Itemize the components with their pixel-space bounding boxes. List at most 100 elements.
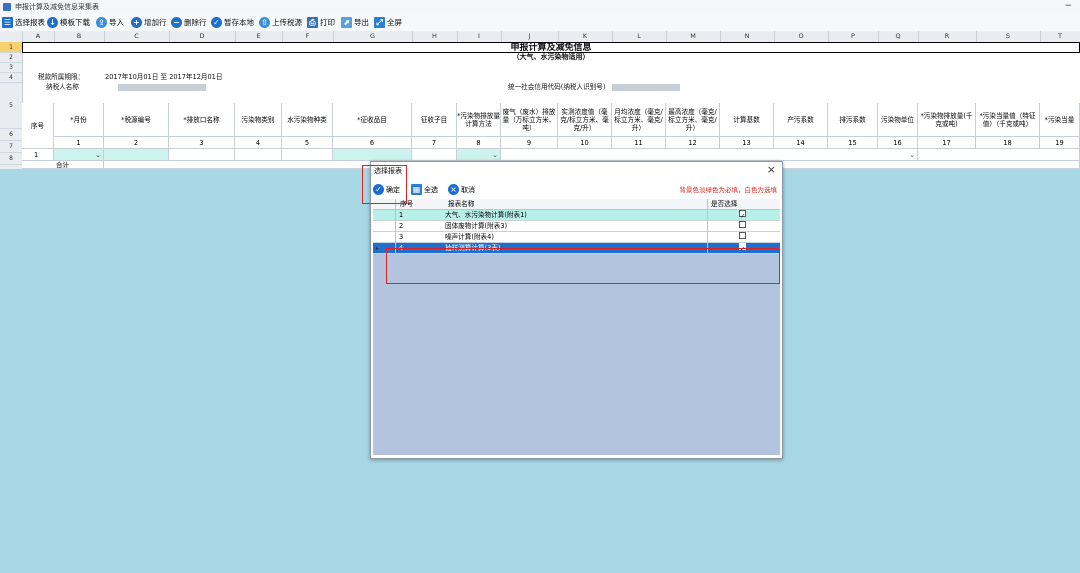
list-icon: ☰ bbox=[2, 17, 13, 28]
minimize-button[interactable]: − bbox=[1064, 1, 1072, 11]
credit-code-redacted[interactable] bbox=[612, 84, 680, 91]
grid-divider bbox=[707, 199, 708, 254]
close-icon[interactable]: × bbox=[767, 163, 776, 176]
toolbar: ☰ 选择报表 ↓ 模板下载 ⇪ 导入 + 增加行 − 删除行 ✓ 暂存本地 ⇧ 上传税源 ⎙ 打… bbox=[0, 14, 1080, 32]
report-row[interactable]: 3 噪声计算(附表4) bbox=[373, 232, 780, 243]
number-cell: 19 bbox=[1040, 137, 1080, 149]
column-letter[interactable]: P bbox=[828, 31, 879, 42]
cancel-button[interactable]: × 取消 bbox=[448, 183, 475, 196]
download-icon: ↓ bbox=[47, 17, 58, 28]
fullscreen-button[interactable]: ⤢ 全屏 bbox=[374, 16, 402, 29]
column-letter[interactable]: N bbox=[720, 31, 775, 42]
number-cell: 4 bbox=[235, 137, 282, 149]
total-label: 合计 bbox=[22, 161, 104, 169]
column-letter[interactable]: D bbox=[169, 31, 236, 42]
add-row-button[interactable]: + 增加行 bbox=[131, 16, 167, 29]
template-download-button[interactable]: ↓ 模板下载 bbox=[47, 16, 90, 29]
data-cells[interactable] bbox=[918, 149, 1080, 161]
column-letter[interactable]: H bbox=[412, 31, 458, 42]
col-select-header[interactable]: 是否选择 bbox=[711, 199, 737, 209]
outlet-name-input[interactable] bbox=[169, 149, 235, 161]
export-button[interactable]: ⬈ 导出 bbox=[341, 16, 369, 29]
pollutant-category-input[interactable] bbox=[235, 149, 282, 161]
report-row[interactable]: 1 大气、水污染物计算(附表1) ✓ bbox=[373, 210, 780, 221]
header-cell: 实测浓度值（毫克/标立方米、毫克/升） bbox=[558, 103, 612, 137]
row-checkbox[interactable] bbox=[739, 221, 746, 228]
window-titlebar: 申报计算及减免信息采集表 − bbox=[0, 0, 1080, 15]
col-name-header[interactable]: 报表名称 bbox=[448, 199, 474, 209]
delete-row-button[interactable]: − 删除行 bbox=[171, 16, 207, 29]
row-number[interactable]: 2 bbox=[0, 53, 22, 63]
column-letter[interactable]: F bbox=[282, 31, 334, 42]
column-letter[interactable]: K bbox=[558, 31, 613, 42]
number-cell: 13 bbox=[720, 137, 774, 149]
row-name: 大气、水污染物计算(附表1) bbox=[445, 211, 527, 219]
print-button[interactable]: ⎙ 打印 bbox=[307, 16, 335, 29]
row-pointer-icon: ▸ bbox=[376, 245, 380, 252]
select-report-button[interactable]: ☰ 选择报表 bbox=[2, 16, 45, 29]
levy-subitem-input[interactable] bbox=[412, 149, 457, 161]
row-name: 噪声计算(附表4) bbox=[445, 233, 494, 241]
app-icon bbox=[3, 3, 11, 11]
column-letter[interactable]: T bbox=[1040, 31, 1080, 42]
column-letter[interactable]: A bbox=[22, 31, 55, 42]
column-letter[interactable]: B bbox=[54, 31, 105, 42]
row-checkbox[interactable]: ✓ bbox=[739, 210, 746, 220]
report-row[interactable]: 2 固体废物计算(附表3) bbox=[373, 221, 780, 232]
column-letter[interactable]: O bbox=[774, 31, 829, 42]
column-letter[interactable]: M bbox=[666, 31, 721, 42]
row-number[interactable]: 7 bbox=[0, 141, 22, 153]
required-hint: 背景色淡绿色为必填，白色为选填 bbox=[679, 186, 778, 194]
select-all-button[interactable]: ▦ 全选 bbox=[411, 183, 438, 196]
number-cell: 9 bbox=[501, 137, 558, 149]
number-cell: 2 bbox=[104, 137, 169, 149]
number-cell: 6 bbox=[333, 137, 412, 149]
upload-button[interactable]: ⇧ 上传税源 bbox=[259, 16, 302, 29]
taxpayer-name-redacted[interactable] bbox=[118, 84, 206, 91]
row-number[interactable]: 3 bbox=[0, 63, 22, 73]
row-number[interactable]: 6 bbox=[0, 129, 22, 141]
check-icon: ✓ bbox=[211, 17, 222, 28]
row-number[interactable]: 4 bbox=[0, 73, 22, 83]
corner-cell bbox=[0, 31, 23, 42]
column-letter[interactable]: E bbox=[235, 31, 283, 42]
header-cell: *月份 bbox=[54, 103, 104, 137]
levy-item-input[interactable] bbox=[333, 149, 412, 161]
column-letter[interactable]: I bbox=[457, 31, 502, 42]
column-letter[interactable]: S bbox=[976, 31, 1041, 42]
save-local-button[interactable]: ✓ 暂存本地 bbox=[211, 16, 254, 29]
row-index: 3 bbox=[399, 233, 404, 241]
column-letter[interactable]: Q bbox=[878, 31, 919, 42]
row-index-cell[interactable]: 1 bbox=[22, 149, 54, 161]
header-cell: *污染当量值（特征值）（千克或吨） bbox=[976, 103, 1040, 137]
unit-select[interactable]: ⌄ bbox=[878, 149, 918, 161]
row-number[interactable]: 1 bbox=[0, 42, 22, 53]
column-letter[interactable]: R bbox=[918, 31, 977, 42]
data-cells[interactable] bbox=[501, 149, 880, 161]
sheet-subtitle: （大气、水污染物适用） bbox=[512, 53, 590, 61]
column-letter[interactable]: J bbox=[501, 31, 559, 42]
report-grid: 序号 报表名称 是否选择 1 大气、水污染物计算(附表1) ✓ 2 固体废物计算… bbox=[373, 199, 780, 455]
import-button[interactable]: ⇪ 导入 bbox=[96, 16, 124, 29]
calc-method-select[interactable]: ⌄ bbox=[457, 149, 501, 161]
header-cell: *税源编号 bbox=[104, 103, 169, 137]
annotation-box-row4 bbox=[386, 248, 780, 284]
tax-source-input[interactable] bbox=[104, 149, 169, 161]
header-cell: 水污染物种类 bbox=[282, 103, 333, 137]
period-value[interactable]: 2017年10月01日 至 2017年12月01日 bbox=[105, 73, 222, 81]
month-select[interactable]: ⌄ bbox=[54, 149, 104, 161]
row-number[interactable]: 8 bbox=[0, 153, 22, 165]
header-cell: *污染物排放量计算方法 bbox=[457, 103, 501, 137]
number-cell: 1 bbox=[54, 137, 104, 149]
number-cell: 10 bbox=[558, 137, 612, 149]
plus-icon: + bbox=[131, 17, 142, 28]
header-cell: 计算基数 bbox=[720, 103, 774, 137]
column-letter[interactable]: G bbox=[333, 31, 413, 42]
number-cell: 7 bbox=[412, 137, 457, 149]
row-number[interactable]: 5 bbox=[0, 83, 22, 129]
water-pollutant-input[interactable] bbox=[282, 149, 333, 161]
row-checkbox[interactable] bbox=[739, 232, 746, 239]
column-letter[interactable]: L bbox=[612, 31, 667, 42]
number-cell: 5 bbox=[282, 137, 333, 149]
column-letter[interactable]: C bbox=[104, 31, 170, 42]
